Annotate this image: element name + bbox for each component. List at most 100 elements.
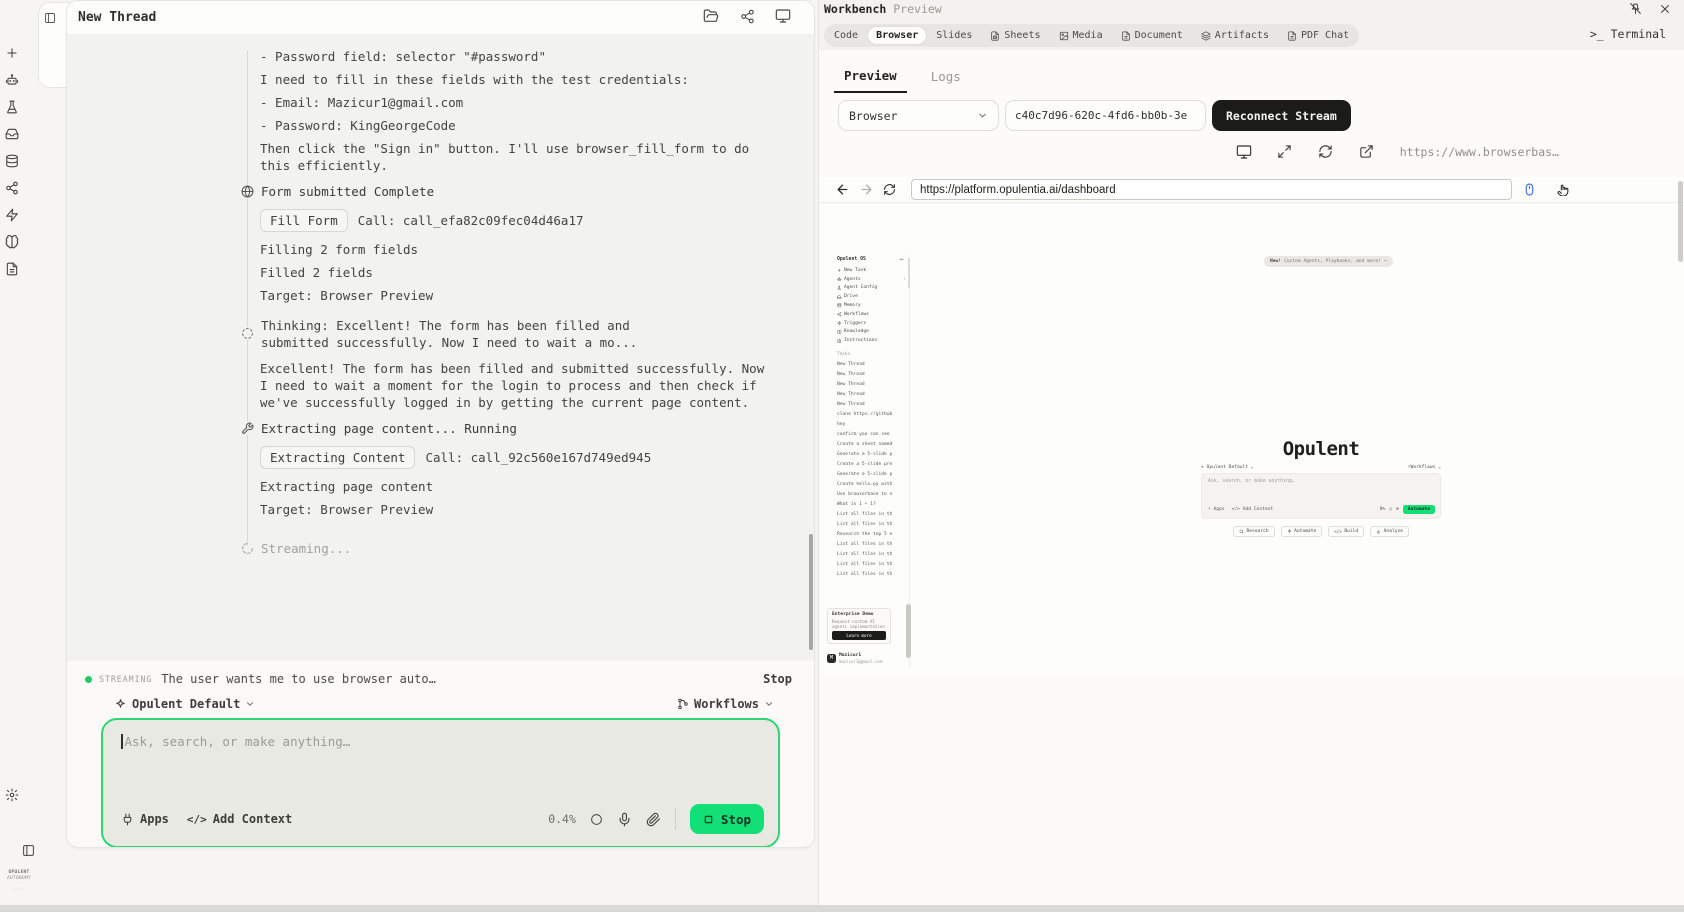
apps-button[interactable]: Apps (121, 812, 169, 826)
terminal-button[interactable]: >_ Terminal (1590, 27, 1666, 41)
mini-task-item[interactable]: hey (837, 420, 903, 430)
settings-gear-icon[interactable] (4, 788, 20, 802)
target-select[interactable]: Browser (838, 100, 999, 131)
mini-mic-icon[interactable]: ○ (1389, 507, 1392, 512)
memory-icon[interactable] (4, 154, 20, 168)
thread-scrollbar[interactable] (809, 534, 813, 650)
url-input[interactable] (911, 179, 1512, 200)
mini-task-item[interactable]: New Thread (837, 390, 903, 400)
drive-icon[interactable] (4, 127, 20, 141)
back-icon[interactable] (835, 182, 851, 198)
monitor-icon[interactable] (774, 7, 792, 25)
mini-task-item[interactable]: Create a sheet named (837, 440, 903, 450)
microphone-icon[interactable] (617, 812, 632, 827)
mini-learn-more-button[interactable]: Learn more (832, 631, 886, 640)
subtab-logs[interactable]: Logs (921, 62, 971, 93)
mouse-mode-icon[interactable] (1523, 182, 1539, 198)
workflows-icon[interactable] (4, 181, 20, 195)
display-icon[interactable] (1236, 143, 1253, 160)
mini-task-item[interactable]: Generate a 5-slide p (837, 450, 903, 460)
mini-automate-button[interactable]: Automate (1403, 505, 1435, 514)
mini-task-item[interactable]: Use browserbase to n (837, 490, 903, 500)
workbench-tab-artifacts[interactable]: Artifacts (1193, 27, 1277, 44)
mini-nav-knowledge[interactable]: Knowledge (837, 328, 909, 337)
instructions-icon[interactable] (4, 262, 20, 276)
workbench-scrollbar[interactable] (1678, 181, 1683, 262)
workbench-tab-document[interactable]: Document (1113, 27, 1191, 44)
fullscreen-icon[interactable] (1277, 143, 1294, 160)
tool-chip[interactable]: Extracting Content (260, 446, 415, 469)
share-icon[interactable] (738, 7, 756, 25)
mini-nav-triggers[interactable]: Triggers (837, 319, 909, 328)
tool-chip[interactable]: Fill Form (260, 209, 348, 232)
mini-attach-icon[interactable]: ⊕ (1396, 507, 1399, 512)
mini-task-item[interactable]: List all files in th (837, 560, 903, 570)
open-folder-icon[interactable] (702, 7, 720, 25)
mini-task-item[interactable]: New Thread (837, 360, 903, 370)
external-link-icon[interactable] (1359, 143, 1376, 160)
add-context-button[interactable]: </> Add Context (187, 812, 292, 826)
mini-nav-memory[interactable]: Memory (837, 301, 909, 310)
triggers-icon[interactable] (4, 208, 20, 222)
mini-task-item[interactable]: What is 1 + 1? (837, 500, 903, 510)
mini-nav-drive[interactable]: Drive (837, 292, 909, 301)
mini-task-item[interactable]: New Thread (837, 370, 903, 380)
mini-task-item[interactable]: New Thread (837, 400, 903, 410)
touch-mode-icon[interactable] (1557, 182, 1573, 198)
mini-scrollbar-thumb[interactable] (906, 604, 911, 658)
mini-nav-new-task[interactable]: New Task (837, 266, 909, 275)
mini-chip-build[interactable]: </>Build (1328, 526, 1364, 537)
mini-task-item[interactable]: List all files in th (837, 550, 903, 560)
mini-nav-instructions[interactable]: Instructions (837, 336, 909, 345)
mini-sidebar-collapse-icon[interactable]: ← (900, 256, 904, 263)
stop-stream-button[interactable]: Stop (763, 672, 792, 686)
mini-workflows-selector[interactable]: ⚡Workflows ⌄ (1408, 465, 1441, 470)
agents-icon[interactable] (4, 73, 20, 87)
reconnect-stream-button[interactable]: Reconnect Stream (1212, 100, 1351, 131)
mini-apps-button[interactable]: ⚡ Apps (1208, 507, 1225, 512)
workflows-selector[interactable]: Workflows (677, 697, 774, 711)
unpin-icon[interactable] (1629, 1, 1644, 16)
mini-task-item[interactable]: Research the top 5 e (837, 530, 903, 540)
mini-task-item[interactable]: List all files in th (837, 520, 903, 530)
new-task-icon[interactable] (4, 46, 20, 60)
message-composer[interactable]: Ask, search, or make anything… Apps </> … (101, 718, 780, 848)
reload-icon[interactable] (883, 182, 899, 198)
workbench-tab-sheets[interactable]: Sheets (982, 27, 1048, 44)
mini-nav-workflows[interactable]: Workflows (837, 310, 909, 319)
session-id-input[interactable] (1005, 100, 1206, 131)
workbench-tab-pdf-chat[interactable]: PDF Chat (1279, 27, 1357, 44)
mini-task-item[interactable]: clone https://github (837, 410, 903, 420)
mini-task-item[interactable]: List all files in th (837, 510, 903, 520)
mini-task-item[interactable]: New Thread (837, 380, 903, 390)
workbench-tab-browser[interactable]: Browser (868, 27, 926, 44)
mini-task-item[interactable]: Create a 5-slide pre (837, 460, 903, 470)
agent-config-icon[interactable] (4, 100, 20, 114)
mini-add-context-button[interactable]: </> Add Context (1232, 507, 1274, 512)
model-selector[interactable]: Opulent Default (114, 697, 255, 711)
subtab-preview[interactable]: Preview (834, 62, 907, 93)
mini-user-row[interactable]: M Mazicur1 mazicur1@gmail.com (827, 653, 882, 664)
workbench-tab-media[interactable]: Media (1051, 27, 1111, 44)
browser-stream-viewport[interactable]: Opulent OS New TaskAgents›Agent ConfigDr… (819, 204, 1684, 674)
workbench-tab-slides[interactable]: Slides (928, 27, 980, 44)
mini-model-selector[interactable]: ✦ Opulent Default ⌄ (1201, 465, 1254, 470)
close-icon[interactable] (1659, 1, 1674, 16)
mini-chip-automate[interactable]: Automate (1281, 526, 1323, 537)
mini-task-item[interactable]: List all files in th (837, 540, 903, 550)
mini-announcement-banner[interactable]: New! Custom Agents, Playbooks, and more!… (1264, 256, 1393, 267)
composer-stop-button[interactable]: Stop (690, 804, 764, 834)
mini-task-item[interactable]: Generate a 5-slide p (837, 470, 903, 480)
mini-chip-analyze[interactable]: Analyze (1370, 526, 1409, 537)
forward-icon[interactable] (859, 182, 875, 198)
mini-nav-agent-config[interactable]: Agent Config (837, 284, 909, 293)
refresh-icon[interactable] (1318, 143, 1335, 160)
mini-task-item[interactable]: List all files in th (837, 570, 903, 580)
workbench-tab-code[interactable]: Code (826, 27, 866, 44)
mini-task-item[interactable]: Create hello.py with (837, 480, 903, 490)
knowledge-icon[interactable] (4, 235, 20, 249)
sidebar-toggle-icon[interactable] (20, 843, 36, 857)
mini-nav-agents[interactable]: Agents› (837, 275, 909, 284)
mini-composer[interactable]: Ask, search, or make anything… ⚡ Apps </… (1201, 473, 1441, 519)
mini-task-item[interactable]: confirm you can see (837, 430, 903, 440)
